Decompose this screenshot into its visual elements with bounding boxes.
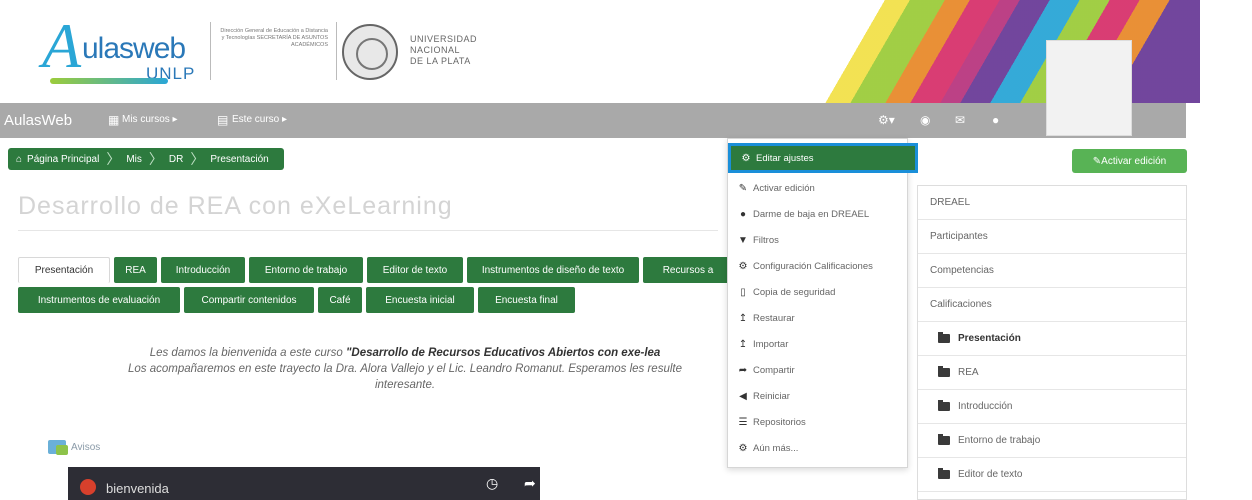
gear-icon: ⚙ [741,152,751,164]
menu-config-calificaciones[interactable]: ⚙ Configuración Calificaciones [728,253,909,279]
university-name: UNIVERSIDAD NACIONAL DE LA PLATA [410,34,478,66]
gear-icon: ⚙ [738,442,748,454]
breadcrumb-presentacion[interactable]: Presentación [210,154,268,165]
side-item-dreael[interactable]: DREAEL [918,186,1186,220]
mis-cursos-menu[interactable]: Mis cursos ▸ [122,114,178,125]
globe-icon[interactable]: ◉ [920,113,930,127]
breadcrumb: ⌂ Página Principal 〉 Mis 〉 DR 〉 Presenta… [8,148,284,170]
menu-darme-de-baja[interactable]: ● Darme de baja en DREAEL [728,201,909,227]
tab-encuesta-final[interactable]: Encuesta final [478,287,575,313]
user-icon[interactable]: ● [992,113,999,127]
unlp-seal-icon [342,24,398,80]
side-item-competencias[interactable]: Competencias [918,254,1186,288]
book-icon: ▤ [217,113,229,127]
folder-icon [938,468,950,479]
tab-cafe[interactable]: Café [318,287,362,313]
edit-icon: ✎ [1092,155,1102,167]
side-item-calificaciones[interactable]: Calificaciones [918,288,1186,322]
upload-icon: ↥ [738,312,748,324]
menu-activar-edicion[interactable]: ✎ Activar edición [728,175,909,201]
breadcrumb-home[interactable]: Página Principal [27,154,99,165]
upload-icon: ↥ [738,338,748,350]
tab-recursos[interactable]: Recursos a [643,257,728,283]
video-title: bienvenida [106,481,169,496]
video-player[interactable]: bienvenida ◷ ➦ [68,467,540,500]
direccion-text: Dirección General de Educación a Distanc… [220,28,328,48]
menu-reiniciar[interactable]: ◀ Reiniciar [728,383,909,409]
side-item-entorno[interactable]: Entorno de trabajo [918,424,1186,458]
welcome-text: Les damos la bienvenida a este curso "De… [128,347,682,391]
courses-icon: ▦ [108,113,120,127]
breadcrumb-dr[interactable]: DR [169,154,183,165]
course-admin-dropdown: ⚙ Editar ajustes ✎ Activar edición ● Darme … [727,138,918,468]
side-item-rea[interactable]: REA [918,356,1186,390]
header-decoration [760,0,1200,103]
section-tabs: Presentación REA Introducción Entorno de… [18,257,728,317]
folder-icon [938,366,950,377]
tab-encuesta-inicial[interactable]: Encuesta inicial [366,287,474,313]
activar-edicion-button[interactable]: ✎ Activar edición [1072,149,1187,173]
tab-rea[interactable]: REA [114,257,157,283]
menu-filtros[interactable]: ▼ Filtros [728,227,909,253]
folder-icon [938,434,950,445]
folder-icon [938,332,950,343]
side-item-presentacion[interactable]: Presentación [918,322,1186,356]
repository-icon: ☰ [738,416,748,428]
tab-presentacion[interactable]: Presentación [18,257,110,283]
aulasweb-logo[interactable]: A ulasweb UNLP [42,14,202,88]
watch-later-icon[interactable]: ◷ [486,475,498,492]
gear-menu-icon[interactable]: ⚙▾ [878,113,895,127]
tab-instrumentos-diseno[interactable]: Instrumentos de diseño de texto [467,257,639,283]
home-icon: ⌂ [16,153,23,165]
breadcrumb-mis[interactable]: Mis [126,154,142,165]
tab-editor[interactable]: Editor de texto [367,257,463,283]
channel-avatar [80,479,96,495]
top-navbar: AulasWeb ▦ Mis cursos ▸ ▤ Este curso ▸ ⚙… [0,103,1186,138]
avisos-link[interactable]: Avisos [48,440,100,455]
menu-repositorios[interactable]: ☰ Repositorios [728,409,909,435]
menu-editar-ajustes[interactable]: ⚙ Editar ajustes [728,143,918,173]
user-icon: ● [739,208,747,220]
filter-icon: ▼ [738,234,748,246]
menu-compartir[interactable]: ➦ Compartir [728,357,909,383]
menu-aun-mas[interactable]: ⚙ Aún más... [728,435,909,461]
forum-icon [48,440,68,455]
tab-introduccion[interactable]: Introducción [161,257,245,283]
share-icon[interactable]: ➦ [524,475,536,492]
tab-compartir[interactable]: Compartir contenidos [184,287,314,313]
folder-icon [938,400,950,411]
side-item-participantes[interactable]: Participantes [918,220,1186,254]
menu-restaurar[interactable]: ↥ Restaurar [728,305,909,331]
side-item-introduccion[interactable]: Introducción [918,390,1186,424]
course-title: Desarrollo de REA con eXeLearning [18,192,453,220]
logo-word: ulasweb [82,32,186,65]
pencil-icon: ✎ [738,182,748,194]
brand-link[interactable]: AulasWeb [4,112,72,129]
gear-icon: ⚙ [738,260,748,272]
share-icon: ➦ [738,364,748,376]
user-avatar[interactable] [1046,40,1132,136]
arrow-left-icon: ◀ [739,390,747,402]
envelope-icon[interactable]: ✉ [955,113,965,127]
tab-entorno[interactable]: Entorno de trabajo [249,257,363,283]
este-curso-menu[interactable]: Este curso ▸ [232,114,287,125]
file-icon: ▯ [740,286,746,298]
menu-copia-seguridad[interactable]: ▯ Copia de seguridad [728,279,909,305]
menu-importar[interactable]: ↥ Importar [728,331,909,357]
tab-instrumentos-evaluacion[interactable]: Instrumentos de evaluación [18,287,180,313]
side-item-editor[interactable]: Editor de texto [918,458,1186,492]
course-nav-block: DREAEL Participantes Competencias Califi… [917,185,1187,500]
